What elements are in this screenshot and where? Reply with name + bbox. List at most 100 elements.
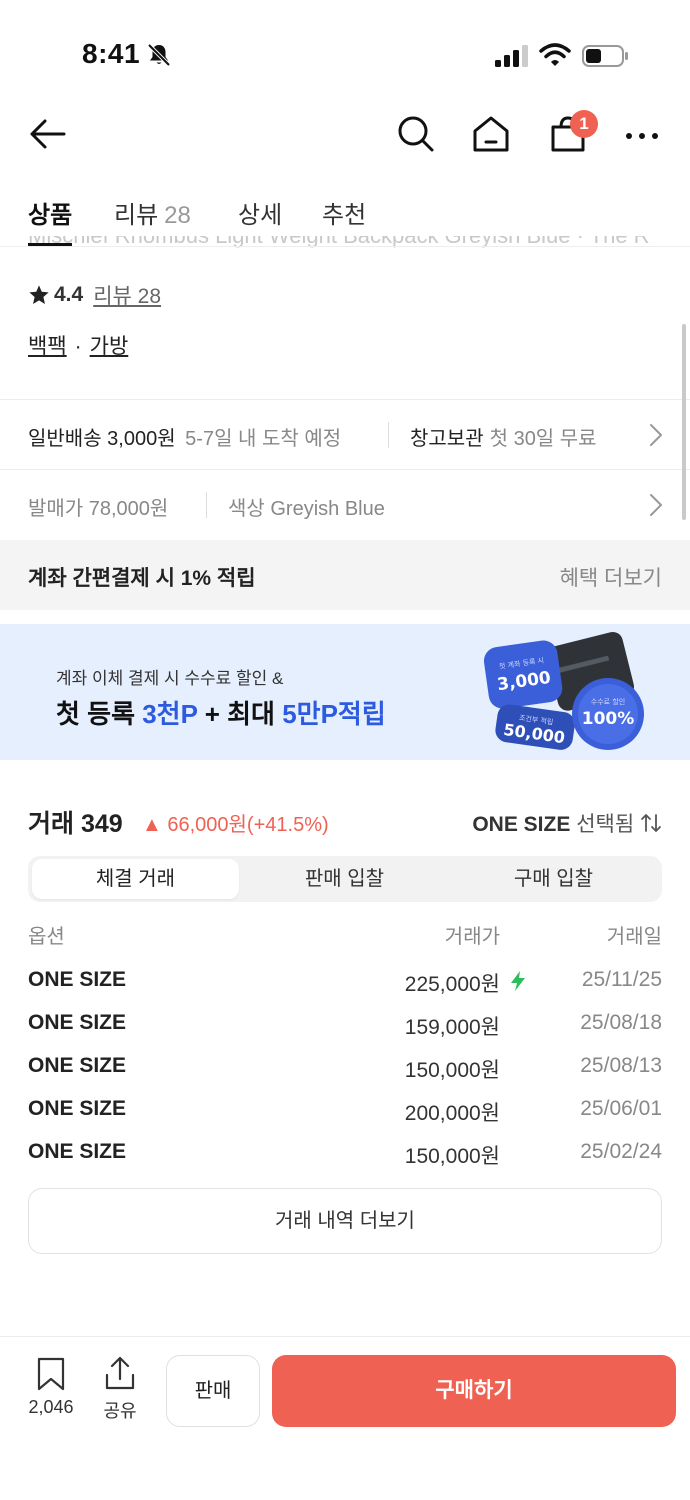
option-info-row[interactable]: 발매가 78,000원 색상 Greyish Blue bbox=[0, 470, 690, 540]
cart-badge: 1 bbox=[570, 110, 598, 138]
header-price: 거래가 bbox=[444, 926, 500, 948]
price-change: ▲ 66,000원(+41.5%) bbox=[142, 814, 329, 836]
tab-detail-label: 상세 bbox=[238, 202, 283, 229]
row-date: 25/08/13 bbox=[580, 1054, 662, 1077]
tab-recommend-label: 추천 bbox=[322, 202, 367, 229]
row-date: 25/06/01 bbox=[580, 1097, 662, 1120]
color-info: 색상 Greyish Blue bbox=[228, 498, 385, 520]
tab-review-count: 28 bbox=[164, 202, 191, 229]
row-option: ONE SIZE bbox=[28, 1054, 127, 1077]
share-icon[interactable] bbox=[104, 1355, 136, 1391]
tabs-divider bbox=[0, 246, 690, 247]
banner-line2: 첫 등록 3천P + 최대 5만P적립 bbox=[56, 694, 386, 731]
category-backpack-link[interactable]: 백팩 bbox=[28, 335, 67, 358]
table-row: ONE SIZE 159,000원 25/08/18 bbox=[28, 1011, 662, 1054]
banner-points-max: 5만P적립 bbox=[282, 699, 386, 729]
shipping-info: 일반배송 3,000원 5-7일 내 도착 예정 bbox=[28, 422, 341, 451]
tab-review[interactable]: 리뷰 28 bbox=[114, 195, 191, 230]
chevron-right-icon bbox=[650, 494, 662, 516]
category-separator: · bbox=[74, 335, 82, 358]
storage-info: 창고보관 첫 30일 무료 bbox=[410, 422, 597, 451]
table-row: ONE SIZE 150,000원 25/02/24 bbox=[28, 1140, 662, 1183]
tab-review-label: 리뷰 bbox=[114, 202, 159, 229]
trade-segment-control: 체결 거래 판매 입찰 구매 입찰 bbox=[28, 856, 662, 902]
header-date: 거래일 bbox=[606, 926, 662, 948]
benefit-row: 계좌 간편결제 시 1% 적립 혜택 더보기 bbox=[0, 540, 690, 610]
banner-text-a: 첫 등록 bbox=[56, 699, 143, 729]
status-time: 8:41 bbox=[82, 38, 141, 69]
banner-text-c: + 최대 bbox=[197, 699, 283, 729]
option-separator bbox=[206, 492, 207, 518]
table-row: ONE SIZE 225,000원 25/11/25 bbox=[28, 968, 662, 1011]
segment-buy-bids[interactable]: 구매 입찰 bbox=[450, 859, 657, 899]
shipping-row[interactable]: 일반배송 3,000원 5-7일 내 도착 예정 창고보관 첫 30일 무료 bbox=[0, 400, 690, 470]
row-price: 150,000원 bbox=[404, 1145, 500, 1168]
category-breadcrumb: 백팩 · 가방 bbox=[28, 330, 128, 360]
tab-product[interactable]: 상품 bbox=[28, 195, 72, 230]
row-price: 225,000원 bbox=[404, 973, 500, 996]
badge3-small: 수수료 할인 bbox=[591, 697, 625, 706]
chevron-right-icon bbox=[650, 424, 662, 446]
bottom-action-bar: 2,046 공유 판매 구매하기 bbox=[0, 1336, 690, 1500]
badge3-value: 100% bbox=[582, 709, 635, 729]
bookmark-count: 2,046 bbox=[28, 1397, 74, 1417]
shipping-eta: 5-7일 내 도착 예정 bbox=[185, 428, 342, 450]
segment-completed-trades[interactable]: 체결 거래 bbox=[32, 859, 239, 899]
trade-history-more-button[interactable]: 거래 내역 더보기 bbox=[28, 1188, 662, 1254]
signal-icon bbox=[495, 45, 528, 67]
wifi-icon bbox=[539, 43, 571, 66]
trade-header: 거래 349 ▲ 66,000원(+41.5%) ONE SIZE 선택됨 bbox=[28, 800, 662, 838]
sort-icon bbox=[641, 814, 661, 832]
sell-button[interactable]: 판매 bbox=[166, 1355, 260, 1427]
tab-recommend[interactable]: 추천 bbox=[322, 195, 366, 230]
row-date: 25/08/18 bbox=[580, 1011, 662, 1034]
search-icon[interactable] bbox=[396, 114, 436, 154]
row-option: ONE SIZE bbox=[28, 1140, 127, 1163]
banner-line1: 계좌 이체 결제 시 수수료 할인 & bbox=[56, 669, 284, 688]
scrollbar[interactable] bbox=[682, 324, 686, 520]
bookmark-icon[interactable] bbox=[36, 1357, 66, 1391]
size-selected-suffix: 선택됨 bbox=[576, 813, 635, 836]
benefit-more-link[interactable]: 혜택 더보기 bbox=[560, 562, 662, 592]
spacer bbox=[0, 610, 690, 624]
star-icon bbox=[29, 285, 49, 304]
row-option: ONE SIZE bbox=[28, 968, 127, 991]
row-price: 150,000원 bbox=[404, 1059, 500, 1082]
segment-sell-bids[interactable]: 판매 입찰 bbox=[241, 859, 448, 899]
shipping-separator bbox=[388, 422, 389, 448]
rating-row: 4.4 리뷰 28 bbox=[28, 280, 161, 310]
shipping-label: 일반배송 3,000원 bbox=[28, 428, 176, 450]
promo-banner[interactable]: 계좌 이체 결제 시 수수료 할인 & 첫 등록 3천P + 최대 5만P적립 … bbox=[0, 624, 690, 760]
category-bag-link[interactable]: 가방 bbox=[90, 335, 129, 358]
storage-label: 창고보관 bbox=[410, 428, 484, 450]
trade-count-title: 거래 349 bbox=[28, 810, 123, 838]
banner-illustration: 첫 계좌 등록 시 3,000 조건부 적립 50,000 수수료 할인 100… bbox=[483, 631, 644, 750]
battery-icon bbox=[582, 45, 628, 67]
banner-points-first: 3천P bbox=[142, 699, 198, 729]
release-price: 발매가 78,000원 bbox=[28, 498, 169, 520]
size-selector[interactable]: ONE SIZE 선택됨 bbox=[472, 808, 662, 838]
product-title-partial: Mischief Rhombus Light Weight Backpack G… bbox=[28, 236, 690, 258]
bell-off-icon bbox=[147, 43, 171, 67]
home-icon[interactable] bbox=[471, 114, 511, 154]
lightning-icon bbox=[511, 971, 525, 991]
more-icon[interactable] bbox=[622, 114, 662, 154]
back-arrow-icon[interactable] bbox=[28, 114, 68, 154]
row-option: ONE SIZE bbox=[28, 1097, 127, 1120]
row-price: 159,000원 bbox=[404, 1016, 500, 1039]
row-date: 25/02/24 bbox=[580, 1140, 662, 1163]
table-row: ONE SIZE 150,000원 25/08/13 bbox=[28, 1054, 662, 1097]
tab-product-label: 상품 bbox=[28, 202, 73, 229]
row-option: ONE SIZE bbox=[28, 1011, 127, 1034]
storage-note: 첫 30일 무료 bbox=[489, 428, 597, 450]
table-row: ONE SIZE 200,000원 25/06/01 bbox=[28, 1097, 662, 1140]
header-option: 옵션 bbox=[28, 926, 65, 948]
size-selected-value: ONE SIZE bbox=[472, 813, 571, 836]
share-label: 공유 bbox=[103, 1401, 137, 1421]
rating-score: 4.4 bbox=[54, 283, 84, 306]
benefit-text: 계좌 간편결제 시 1% 적립 bbox=[28, 567, 256, 590]
row-date: 25/11/25 bbox=[581, 968, 662, 991]
review-link[interactable]: 리뷰 28 bbox=[93, 280, 161, 310]
buy-button[interactable]: 구매하기 bbox=[272, 1355, 676, 1427]
tab-detail[interactable]: 상세 bbox=[238, 195, 282, 230]
